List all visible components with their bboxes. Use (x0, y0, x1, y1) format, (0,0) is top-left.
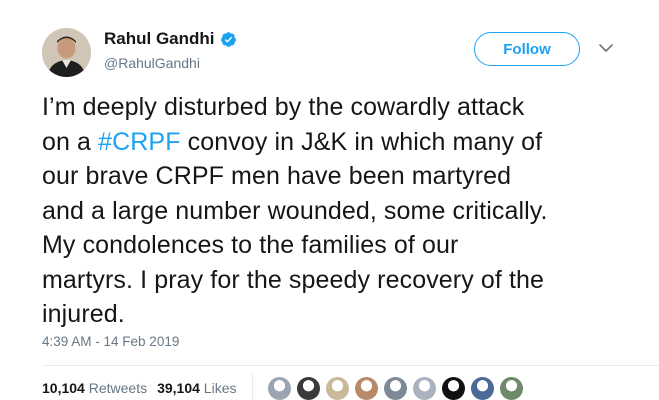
liker-avatar[interactable] (413, 377, 436, 400)
chevron-down-icon[interactable] (598, 42, 614, 54)
author-avatar[interactable] (42, 28, 91, 77)
liker-avatar[interactable] (471, 377, 494, 400)
likes-stat[interactable]: 39,104 Likes (157, 380, 236, 396)
divider (42, 365, 659, 366)
retweets-stat[interactable]: 10,104 Retweets (42, 380, 147, 396)
author-name-row: Rahul Gandhi (104, 29, 237, 49)
tweet-text: I’m deeply disturbed by the cowardly att… (42, 90, 642, 332)
stats-separator (252, 374, 253, 400)
liker-avatar[interactable] (297, 377, 320, 400)
hashtag-link[interactable]: #CRPF (98, 128, 180, 156)
follow-button[interactable]: Follow (474, 32, 580, 66)
tweet-timestamp[interactable]: 4:39 AM - 14 Feb 2019 (42, 334, 179, 349)
author-handle[interactable]: @RahulGandhi (104, 55, 200, 71)
tweet-text-line: on a #CRPF convoy in J&K in which many o… (42, 127, 543, 156)
likes-label: Likes (203, 380, 237, 396)
retweets-count: 10,104 (42, 380, 85, 396)
tweet-text-line: I’m deeply disturbed by the cowardly att… (42, 93, 525, 121)
liker-avatar[interactable] (268, 377, 291, 400)
tweet-text-line: our brave CRPF men have been martyred (42, 162, 512, 190)
tweet-stats: 10,104 Retweets 39,104 Likes (42, 380, 246, 396)
liker-avatar[interactable] (326, 377, 349, 400)
tweet-card: Rahul Gandhi @RahulGandhi Follow I’m dee… (0, 0, 659, 400)
tweet-text-line: and a large number wounded, some critica… (42, 196, 548, 225)
verified-badge-icon (220, 31, 236, 47)
tweet-text-line: injured. (42, 300, 125, 328)
liker-avatar[interactable] (442, 377, 465, 400)
liker-avatars (268, 377, 529, 400)
likes-count: 39,104 (157, 380, 200, 396)
liker-avatar[interactable] (500, 377, 523, 400)
profile-photo (42, 28, 91, 77)
tweet-text-line: martyrs. I pray for the speedy recovery … (42, 265, 545, 294)
liker-avatar[interactable] (384, 377, 407, 400)
retweets-label: Retweets (88, 380, 148, 396)
tweet-text-line: My condolences to the families of our (42, 231, 459, 259)
liker-avatar[interactable] (355, 377, 378, 400)
author-name[interactable]: Rahul Gandhi (104, 29, 215, 49)
